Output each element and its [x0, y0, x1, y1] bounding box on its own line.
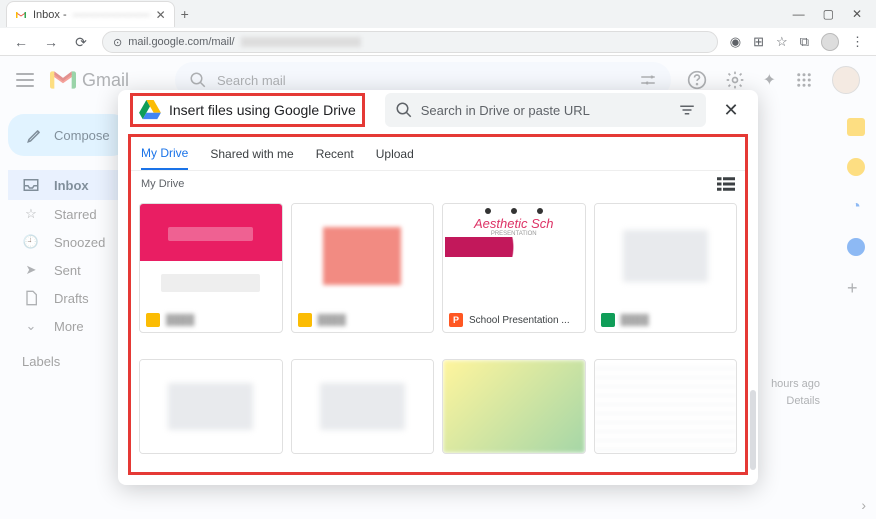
browser-right-icons: ◉ ⊞ ☆ ⧉ ⋮	[730, 33, 864, 51]
breadcrumb-row: My Drive	[131, 171, 745, 197]
side-panel-collapse-icon[interactable]: ›	[861, 497, 866, 513]
eye-icon[interactable]: ◉	[730, 34, 741, 50]
file-name: ████	[621, 315, 649, 326]
modal-title-highlight: Insert files using Google Drive	[130, 93, 365, 127]
slides-icon	[146, 313, 160, 327]
file-card[interactable]	[594, 359, 738, 454]
file-thumbnail	[595, 360, 737, 453]
modal-title: Insert files using Google Drive	[169, 102, 356, 118]
file-card[interactable]	[139, 359, 283, 454]
modal-header: Insert files using Google Drive Search i…	[118, 90, 758, 130]
sheets-icon	[601, 313, 615, 327]
tab-strip: Inbox - ——————— ✕ + — ▢ ✕	[0, 0, 876, 28]
window-controls: — ▢ ✕	[793, 7, 876, 21]
file-card[interactable]	[442, 359, 586, 454]
search-icon	[395, 101, 413, 119]
gmail-favicon	[15, 9, 27, 21]
file-label-row: ████	[140, 308, 282, 332]
close-window-button[interactable]: ✕	[852, 7, 862, 21]
tab-close-icon[interactable]: ✕	[156, 8, 166, 22]
file-label-row: ████	[595, 308, 737, 332]
file-thumbnail	[595, 204, 737, 308]
modal-scrollbar[interactable]	[750, 390, 756, 470]
file-thumbnail: Aesthetic Sch PRESENTATION	[443, 204, 585, 308]
drive-icon	[139, 100, 161, 120]
address-bar-row: ← → ⟳ ⊙ mail.google.com/mail/ ◉ ⊞ ☆ ⧉ ⋮	[0, 28, 876, 56]
file-card[interactable]: ████	[594, 203, 738, 333]
breadcrumb[interactable]: My Drive	[141, 178, 184, 190]
browser-chrome: Inbox - ——————— ✕ + — ▢ ✕ ← → ⟳ ⊙ mail.g…	[0, 0, 876, 56]
modal-body-highlight: My Drive Shared with me Recent Upload My…	[128, 134, 748, 475]
powerpoint-icon: P	[449, 313, 463, 327]
file-name: School Presentation ...	[469, 315, 570, 326]
tab-title: Inbox -	[33, 9, 67, 21]
file-thumbnail	[140, 360, 282, 453]
tab-shared[interactable]: Shared with me	[210, 137, 293, 170]
file-name: ████	[318, 315, 346, 326]
extensions-icon[interactable]: ⧉	[800, 34, 809, 50]
file-thumbnail	[443, 360, 585, 453]
minimize-button[interactable]: —	[793, 7, 805, 21]
tab-upload[interactable]: Upload	[376, 137, 414, 170]
qr-icon[interactable]: ⊞	[753, 34, 764, 50]
site-info-icon[interactable]: ⊙	[113, 36, 122, 49]
forward-button[interactable]: →	[42, 34, 60, 50]
url-bar[interactable]: ⊙ mail.google.com/mail/	[102, 31, 718, 53]
file-card[interactable]	[291, 359, 435, 454]
file-thumbnail	[292, 204, 434, 308]
file-name: ████	[166, 315, 194, 326]
reload-button[interactable]: ⟳	[72, 34, 90, 51]
back-button[interactable]: ←	[12, 34, 30, 50]
list-view-toggle[interactable]	[717, 177, 735, 191]
browser-tab[interactable]: Inbox - ——————— ✕	[6, 1, 175, 27]
file-label-row: P School Presentation ...	[443, 308, 585, 332]
new-tab-button[interactable]: +	[175, 6, 195, 22]
file-thumbnail	[140, 204, 282, 308]
maximize-button[interactable]: ▢	[823, 7, 834, 21]
tab-title-blur: ———————	[73, 9, 150, 21]
file-grid: ████ ████ Aesthetic Sch PRESENTATION P Sc…	[131, 197, 745, 472]
tab-recent[interactable]: Recent	[316, 137, 354, 170]
browser-menu-icon[interactable]: ⋮	[851, 34, 864, 50]
thumb-title: Aesthetic Sch	[474, 216, 554, 231]
close-modal-button[interactable]: ✕	[716, 100, 746, 121]
bookmark-icon[interactable]: ☆	[776, 34, 788, 50]
tab-my-drive[interactable]: My Drive	[141, 137, 188, 170]
file-card[interactable]: ████	[139, 203, 283, 333]
picker-tabs: My Drive Shared with me Recent Upload	[131, 137, 745, 171]
file-card[interactable]: ████	[291, 203, 435, 333]
file-label-row: ████	[292, 308, 434, 332]
slides-icon	[298, 313, 312, 327]
profile-avatar[interactable]	[821, 33, 839, 51]
url-blur	[241, 37, 361, 47]
drive-search-placeholder: Search in Drive or paste URL	[421, 103, 590, 118]
search-filter-icon[interactable]	[678, 101, 696, 119]
drive-picker-modal: Insert files using Google Drive Search i…	[118, 90, 758, 485]
drive-search[interactable]: Search in Drive or paste URL	[385, 93, 706, 127]
file-card[interactable]: Aesthetic Sch PRESENTATION P School Prese…	[442, 203, 586, 333]
url-text: mail.google.com/mail/	[128, 36, 234, 48]
file-thumbnail	[292, 360, 434, 453]
